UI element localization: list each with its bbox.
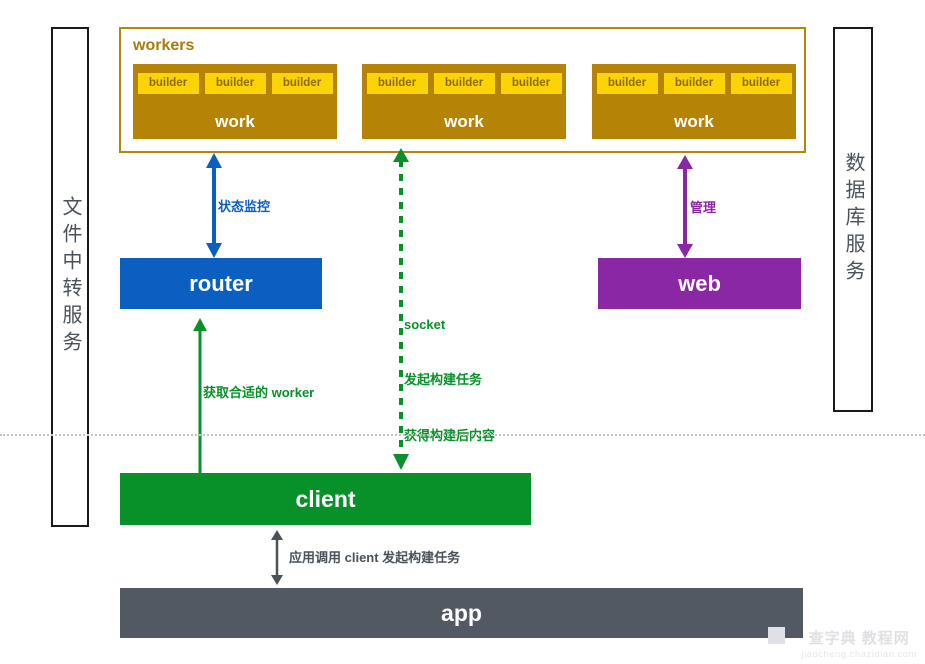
- watermark: 查字典 教程网 jiaocheng.chazidian.com: [801, 627, 917, 660]
- work-group: builder builder builder work: [133, 64, 337, 139]
- builder-chip: builder: [271, 73, 333, 94]
- sidebar-file-transfer-service-label: 文件中转服务: [59, 196, 81, 358]
- builder-row: builder builder builder: [596, 73, 792, 94]
- connector-web-workers-label: 管理: [690, 200, 717, 215]
- section-divider: [0, 434, 925, 436]
- work-label: work: [674, 112, 714, 131]
- service-box-app[interactable]: app: [120, 588, 803, 638]
- watermark-sub: jiaocheng.chazidian.com: [801, 649, 917, 660]
- service-box-router-label: router: [189, 270, 253, 296]
- connector-app-client-label: 应用调用 client 发起构建任务: [289, 550, 461, 565]
- service-box-web-label: web: [678, 270, 721, 296]
- work-group: builder builder builder work: [592, 64, 796, 139]
- builder-chip: builder: [663, 73, 725, 94]
- connector-router-workers-label: 状态监控: [218, 199, 271, 214]
- service-box-client[interactable]: client: [120, 473, 531, 525]
- workers-title: workers: [133, 37, 195, 54]
- service-box-router[interactable]: router: [120, 258, 322, 309]
- builder-chip: builder: [730, 73, 792, 94]
- builder-chip: builder: [433, 73, 495, 94]
- connector-client-workers-label-line2: 发起构建任务: [404, 372, 483, 388]
- sidebar-database-service-label: 数据库服务: [842, 152, 864, 287]
- connector-app-client: [270, 530, 284, 585]
- service-box-app-label: app: [441, 599, 482, 626]
- watermark-main: 查字典 教程网: [808, 630, 910, 647]
- builder-chip: builder: [500, 73, 562, 94]
- connector-client-workers-label-line1: socket: [404, 316, 446, 332]
- builder-chip: builder: [204, 73, 266, 94]
- builder-chip: builder: [366, 73, 428, 94]
- watermark-block: [768, 627, 785, 644]
- sidebar-database-service: 数据库服务: [833, 27, 873, 412]
- diagram-canvas: 文件中转服务 数据库服务 workers builder builder bui…: [0, 0, 925, 664]
- builder-chip: builder: [137, 73, 199, 94]
- connector-client-workers-label: socket 发起构建任务 获得构建后内容: [404, 279, 495, 482]
- service-box-web[interactable]: web: [598, 258, 801, 309]
- service-box-client-label: client: [295, 485, 356, 512]
- work-label: work: [444, 112, 484, 131]
- builder-row: builder builder builder: [137, 73, 333, 94]
- work-group: builder builder builder work: [362, 64, 566, 139]
- builder-chip: builder: [596, 73, 658, 94]
- builder-row: builder builder builder: [366, 73, 562, 94]
- work-label: work: [215, 112, 255, 131]
- sidebar-file-transfer-service: 文件中转服务: [51, 27, 89, 527]
- connector-client-router-label: 获取合适的 worker: [203, 385, 315, 400]
